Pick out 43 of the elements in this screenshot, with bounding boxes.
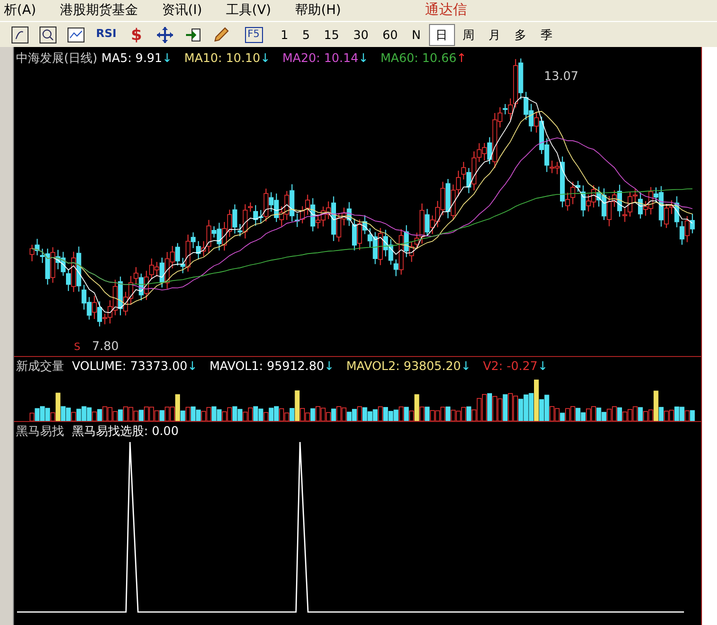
legend-value: VOLUME: 73373.00↓ [72,358,198,375]
low-price-label: 7.80 [92,338,119,355]
f5-button[interactable]: F5 [244,26,263,42]
trend-arrow-icon: ↓ [187,359,198,373]
legend-value: MA10: 10.10↓ [184,50,270,67]
menu-item[interactable]: 析(A) [4,0,36,20]
trend-arrow-icon: ↑ [456,51,467,65]
trend-arrow-icon: ↓ [162,51,172,65]
legend-value: MA60: 10.66↑ [380,50,467,67]
dollar-button[interactable]: $ [124,22,148,46]
trend-arrow-icon: ↓ [460,359,471,373]
menu-item[interactable]: 工具(V) [226,0,272,20]
legend-value: 黑马易找选股: 0.00 [72,423,179,440]
period-tab[interactable]: N [406,24,427,46]
period-tab[interactable]: 多 [508,24,533,46]
legend-value: MAVOL1: 95912.80↓ [209,358,334,375]
legend-value: MAVOL2: 93805.20↓ [346,358,471,375]
trend-arrow-icon: ↓ [358,51,368,65]
period-tab[interactable]: 季 [534,24,559,46]
period-tab[interactable]: 15 [318,24,346,46]
period-tab[interactable]: 5 [296,24,316,46]
high-price-label: 13.07 [544,68,578,85]
menu-item[interactable]: 港股期货基金 [60,0,138,20]
panel-title: 黑马易找 [16,423,64,440]
period-tab[interactable]: 60 [376,24,404,46]
rsi-button[interactable]: RSI [92,26,120,43]
signal-mark: S [74,343,80,353]
menu-item[interactable]: 资讯(I) [162,0,202,20]
stock-title: 中海发展(日线) [16,50,98,67]
trend-arrow-icon: ↓ [324,359,334,373]
period-tab[interactable]: 30 [347,24,374,46]
legend-value: V2: -0.27↓ [482,358,548,375]
period-tab[interactable]: 日 [428,24,455,46]
period-tab[interactable]: 周 [456,24,481,46]
trend-arrow-icon: ↓ [538,359,548,373]
legend-value: MA20: 10.14↓ [282,50,368,67]
trend-arrow-icon: ↓ [260,51,270,65]
legend-value: MA5: 9.91↓ [101,50,172,67]
period-tab[interactable]: 1 [274,24,294,46]
app-title: 通达信 [425,1,467,20]
panel-title: 新成交量 [16,358,64,375]
period-tab[interactable]: 月 [482,24,507,46]
menu-item[interactable]: 帮助(H) [295,0,341,20]
